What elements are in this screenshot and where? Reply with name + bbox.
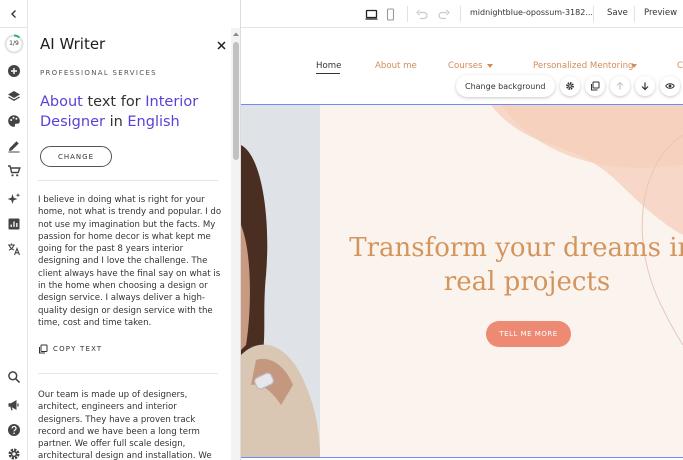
- layers-button[interactable]: [4, 86, 24, 106]
- edit-button[interactable]: [4, 136, 24, 156]
- divider: [38, 180, 218, 181]
- section-settings-button[interactable]: [559, 76, 580, 96]
- duplicate-icon: [590, 81, 599, 91]
- ai-tools-button[interactable]: [4, 189, 24, 209]
- progress-count: 1/9: [9, 40, 19, 47]
- translate-button[interactable]: [4, 239, 24, 259]
- mobile-icon: [386, 7, 394, 21]
- close-panel-button[interactable]: [214, 38, 228, 52]
- nav-more[interactable]: C: [677, 61, 683, 71]
- palette-icon: [8, 115, 20, 127]
- copy-text-label: COPY TEXT: [53, 345, 103, 353]
- toolbar-separator: [593, 6, 594, 22]
- mobile-view-button[interactable]: [382, 6, 398, 22]
- chevron-down-icon: [631, 64, 637, 68]
- nav-mentoring[interactable]: Personalized Mentoring: [533, 61, 634, 71]
- hero-section[interactable]: Transform your dreams int real projects …: [241, 105, 683, 457]
- marketing-button[interactable]: [4, 395, 24, 415]
- site-name[interactable]: midnightblue-opossum-3182...: [470, 8, 593, 17]
- layers-icon: [8, 91, 20, 101]
- panel-scrollbar[interactable]: [231, 28, 240, 460]
- pen-icon: [8, 141, 20, 153]
- change-background-button[interactable]: Change background: [456, 75, 555, 97]
- divider: [38, 373, 218, 374]
- nav-courses[interactable]: Courses: [448, 61, 482, 71]
- heading-text-for: text for: [87, 94, 141, 110]
- help-button[interactable]: [4, 420, 24, 440]
- tell-me-more-button[interactable]: TELL ME MORE: [486, 321, 571, 347]
- toolbar-separator: [407, 6, 408, 22]
- add-element-button[interactable]: [4, 61, 24, 81]
- change-button[interactable]: CHANGE: [40, 146, 112, 167]
- desktop-icon: [365, 9, 377, 20]
- close-icon: [216, 40, 226, 50]
- nav-about[interactable]: About me: [375, 61, 417, 71]
- generated-text-1[interactable]: I believe in doing what is right for you…: [38, 194, 223, 329]
- arrow-up-icon: [616, 81, 623, 90]
- translate-icon: [8, 243, 21, 256]
- add-icon: [8, 65, 20, 77]
- back-arrow-icon: [11, 9, 16, 18]
- help-icon: [8, 424, 20, 436]
- sparkle-icon: [7, 193, 21, 204]
- copy-icon: [39, 344, 48, 354]
- heading-in: in: [109, 114, 123, 130]
- hero-headline-line2: real projects: [443, 267, 611, 297]
- store-button[interactable]: [4, 161, 24, 181]
- desktop-view-button[interactable]: [363, 6, 379, 22]
- heading-topic: About: [40, 94, 83, 110]
- megaphone-icon: [8, 400, 19, 411]
- copy-text-button[interactable]: COPY TEXT: [38, 344, 102, 354]
- generation-heading: About text for Interior Designer in Engl…: [40, 92, 220, 132]
- arrow-down-icon: [641, 82, 648, 91]
- editor-window: 1/9 AI Writer PROFESSIONAL SERVICES Abou…: [0, 0, 683, 460]
- analytics-icon: [8, 218, 20, 230]
- hero-photo[interactable]: [241, 105, 320, 457]
- undo-icon: [415, 9, 428, 19]
- move-section-up-button[interactable]: [609, 76, 630, 96]
- save-button[interactable]: Save: [607, 8, 628, 18]
- hero-headline-line1: Transform your dreams int: [349, 233, 683, 263]
- cart-icon: [8, 165, 21, 177]
- toolbar-separator: [634, 6, 635, 22]
- search-button[interactable]: [4, 367, 24, 387]
- chevron-down-icon: [487, 64, 493, 68]
- scroll-thumb[interactable]: [233, 42, 239, 160]
- editor-toolbar: midnightblue-opossum-3182... Save Previe…: [241, 0, 683, 28]
- toolbar-separator: [460, 6, 461, 22]
- eye-icon: [664, 83, 675, 89]
- section-floating-toolbar: Change background: [456, 74, 680, 98]
- site-canvas: Home About me Courses Personalized Mento…: [241, 28, 683, 460]
- settings-button[interactable]: [4, 444, 24, 460]
- theme-button[interactable]: [4, 111, 24, 131]
- redo-button[interactable]: [436, 6, 452, 22]
- gear-icon: [565, 82, 574, 90]
- generated-text-2[interactable]: Our team is made up of designers, archit…: [38, 389, 223, 460]
- move-section-down-button[interactable]: [634, 76, 655, 96]
- left-icon-rail: 1/9: [0, 0, 28, 460]
- analytics-button[interactable]: [4, 214, 24, 234]
- ai-writer-panel: AI Writer PROFESSIONAL SERVICES About te…: [28, 0, 241, 460]
- search-icon: [8, 371, 21, 384]
- gear-icon: [8, 448, 20, 460]
- panel-title: AI Writer: [40, 35, 106, 53]
- woman-portrait-image: [241, 105, 320, 457]
- heading-language: English: [127, 114, 180, 130]
- business-category: PROFESSIONAL SERVICES: [40, 69, 157, 77]
- redo-icon: [437, 9, 450, 19]
- scroll-up-arrow-icon[interactable]: [232, 31, 240, 37]
- preview-button[interactable]: Preview: [644, 8, 677, 18]
- undo-button[interactable]: [413, 6, 429, 22]
- section-selection-outline-bottom: [241, 457, 683, 458]
- hero-headline[interactable]: Transform your dreams int real projects: [337, 231, 683, 299]
- duplicate-section-button[interactable]: [584, 76, 605, 96]
- nav-active-underline: [316, 73, 340, 74]
- toggle-visibility-button[interactable]: [659, 76, 680, 96]
- nav-home[interactable]: Home: [316, 61, 341, 71]
- back-button[interactable]: [0, 0, 28, 28]
